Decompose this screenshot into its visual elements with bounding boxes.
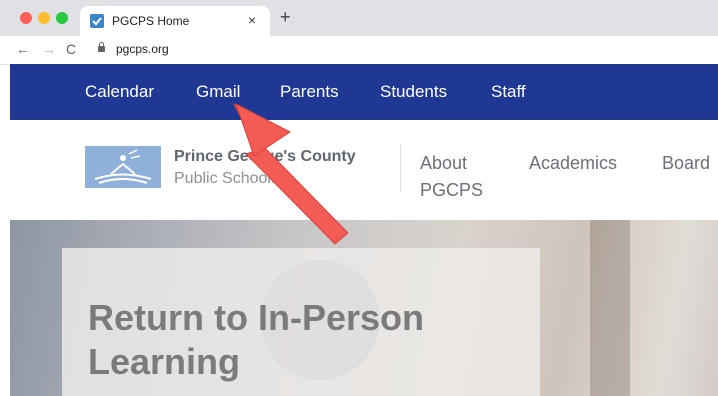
reload-button[interactable]: C	[66, 40, 76, 58]
browser-toolbar: ← → C pgcps.org	[0, 36, 718, 65]
hero-banner: Return to In-Person Learning	[10, 220, 718, 396]
school-subtitle[interactable]: Public Schools	[174, 168, 279, 189]
back-button[interactable]: ←	[16, 40, 30, 58]
header-divider	[400, 144, 401, 192]
utility-link-parents[interactable]: Parents	[280, 82, 339, 102]
utility-link-staff[interactable]: Staff	[491, 82, 526, 102]
tab-title: PGCPS Home	[112, 14, 190, 28]
site-header: Prince George's County Public Schools Ab…	[10, 120, 718, 220]
main-nav-board[interactable]: Board	[662, 150, 710, 177]
pgcps-favicon-icon	[90, 14, 104, 28]
address-bar[interactable]: pgcps.org	[116, 42, 169, 56]
close-window-icon[interactable]	[20, 12, 32, 24]
new-tab-button[interactable]: +	[280, 8, 291, 26]
minimize-window-icon[interactable]	[38, 12, 50, 24]
maximize-window-icon[interactable]	[56, 12, 68, 24]
utility-nav: Calendar Gmail Parents Students Staff	[10, 64, 718, 120]
main-nav-academics[interactable]: Academics	[529, 150, 617, 177]
main-nav-about[interactable]: About PGCPS	[420, 150, 483, 204]
utility-link-calendar[interactable]: Calendar	[85, 82, 154, 102]
browser-tab[interactable]: PGCPS Home ×	[80, 6, 270, 36]
browser-tab-strip: PGCPS Home × +	[0, 0, 718, 36]
tab-close-icon[interactable]: ×	[248, 12, 256, 28]
lock-icon	[98, 42, 105, 52]
utility-link-students[interactable]: Students	[380, 82, 447, 102]
utility-link-gmail[interactable]: Gmail	[196, 82, 240, 102]
hero-card: Return to In-Person Learning	[62, 248, 540, 396]
hero-photo-shape	[590, 220, 630, 396]
hero-title[interactable]: Return to In-Person Learning	[88, 296, 540, 384]
pgcps-logo-icon[interactable]	[85, 146, 161, 188]
forward-button[interactable]: →	[42, 40, 56, 58]
school-name[interactable]: Prince George's County	[174, 146, 356, 167]
